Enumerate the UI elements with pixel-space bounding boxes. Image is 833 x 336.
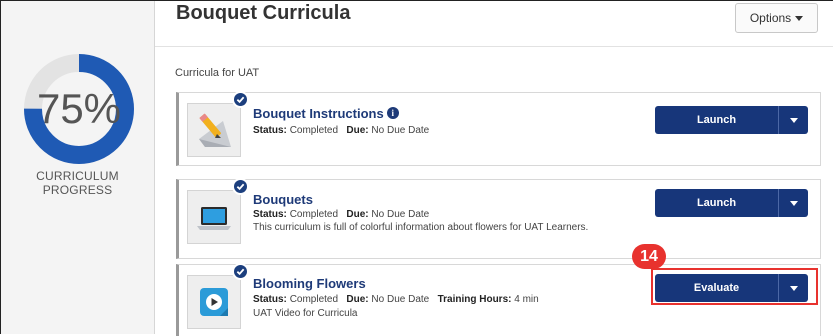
- caret-down-icon: [795, 15, 804, 21]
- header-divider: [155, 46, 833, 47]
- info-icon[interactable]: i: [386, 107, 399, 119]
- item-title[interactable]: Bouquet Instructions: [253, 106, 384, 121]
- step-badge: 14: [632, 244, 666, 269]
- completed-check-icon: [232, 178, 249, 195]
- status-value: Completed: [289, 294, 339, 305]
- pencil-document-icon: [199, 113, 231, 147]
- item-title[interactable]: Blooming Flowers: [253, 276, 366, 291]
- launch-label[interactable]: Launch: [655, 197, 778, 209]
- status-label: Status:: [253, 294, 287, 305]
- completed-check-icon: [232, 91, 249, 108]
- highlight-box: [651, 268, 818, 305]
- options-label: Options: [749, 11, 792, 25]
- training-hours-value: 4 min: [514, 294, 539, 305]
- item-description: This curriculum is full of colorful info…: [253, 222, 589, 233]
- launch-button[interactable]: Launch: [655, 106, 808, 134]
- due-value: No Due Date: [371, 209, 430, 220]
- curriculum-item: Bouquets Status: Completed Due: No Due D…: [176, 178, 821, 259]
- launch-dropdown-toggle[interactable]: [779, 117, 808, 123]
- caret-down-icon: [789, 117, 798, 123]
- completed-check-icon: [232, 263, 249, 280]
- status-label: Status:: [253, 209, 287, 220]
- item-thumbnail[interactable]: [187, 275, 241, 329]
- section-label: Curricula for UAT: [175, 67, 260, 79]
- progress-panel: 75% CURRICULUM PROGRESS: [1, 1, 155, 334]
- item-meta: Status: Completed Due: No Due Date: [253, 209, 429, 220]
- due-value: No Due Date: [371, 294, 430, 305]
- item-meta: Status: Completed Due: No Due Date: [253, 125, 429, 136]
- status-value: Completed: [289, 209, 339, 220]
- launch-dropdown-toggle[interactable]: [779, 200, 808, 206]
- options-button[interactable]: Options: [735, 3, 818, 33]
- due-label: Due:: [346, 125, 369, 136]
- caret-down-icon: [789, 200, 798, 206]
- progress-percent: 75%: [36, 85, 122, 132]
- curriculum-item: Bouquet Instructions i Status: Completed …: [176, 91, 821, 166]
- item-thumbnail[interactable]: [187, 103, 241, 157]
- item-thumbnail[interactable]: [187, 190, 241, 244]
- item-title-link[interactable]: Bouquet Instructions i: [253, 106, 399, 121]
- launch-label[interactable]: Launch: [655, 114, 778, 126]
- item-meta: Status: Completed Due: No Due Date Train…: [253, 294, 539, 305]
- page-title: Bouquet Curricula: [176, 2, 351, 24]
- laptop-icon: [197, 207, 231, 230]
- due-label: Due:: [346, 294, 369, 305]
- training-hours-label: Training Hours:: [437, 294, 512, 305]
- due-value: No Due Date: [371, 125, 430, 136]
- status-label: Status:: [253, 125, 287, 136]
- due-label: Due:: [346, 209, 369, 220]
- video-play-icon: [200, 288, 228, 316]
- item-title[interactable]: Bouquets: [253, 192, 313, 207]
- item-description: UAT Video for Curricula: [253, 308, 358, 319]
- status-value: Completed: [289, 125, 339, 136]
- progress-label: CURRICULUM PROGRESS: [36, 169, 119, 197]
- launch-button[interactable]: Launch: [655, 189, 808, 217]
